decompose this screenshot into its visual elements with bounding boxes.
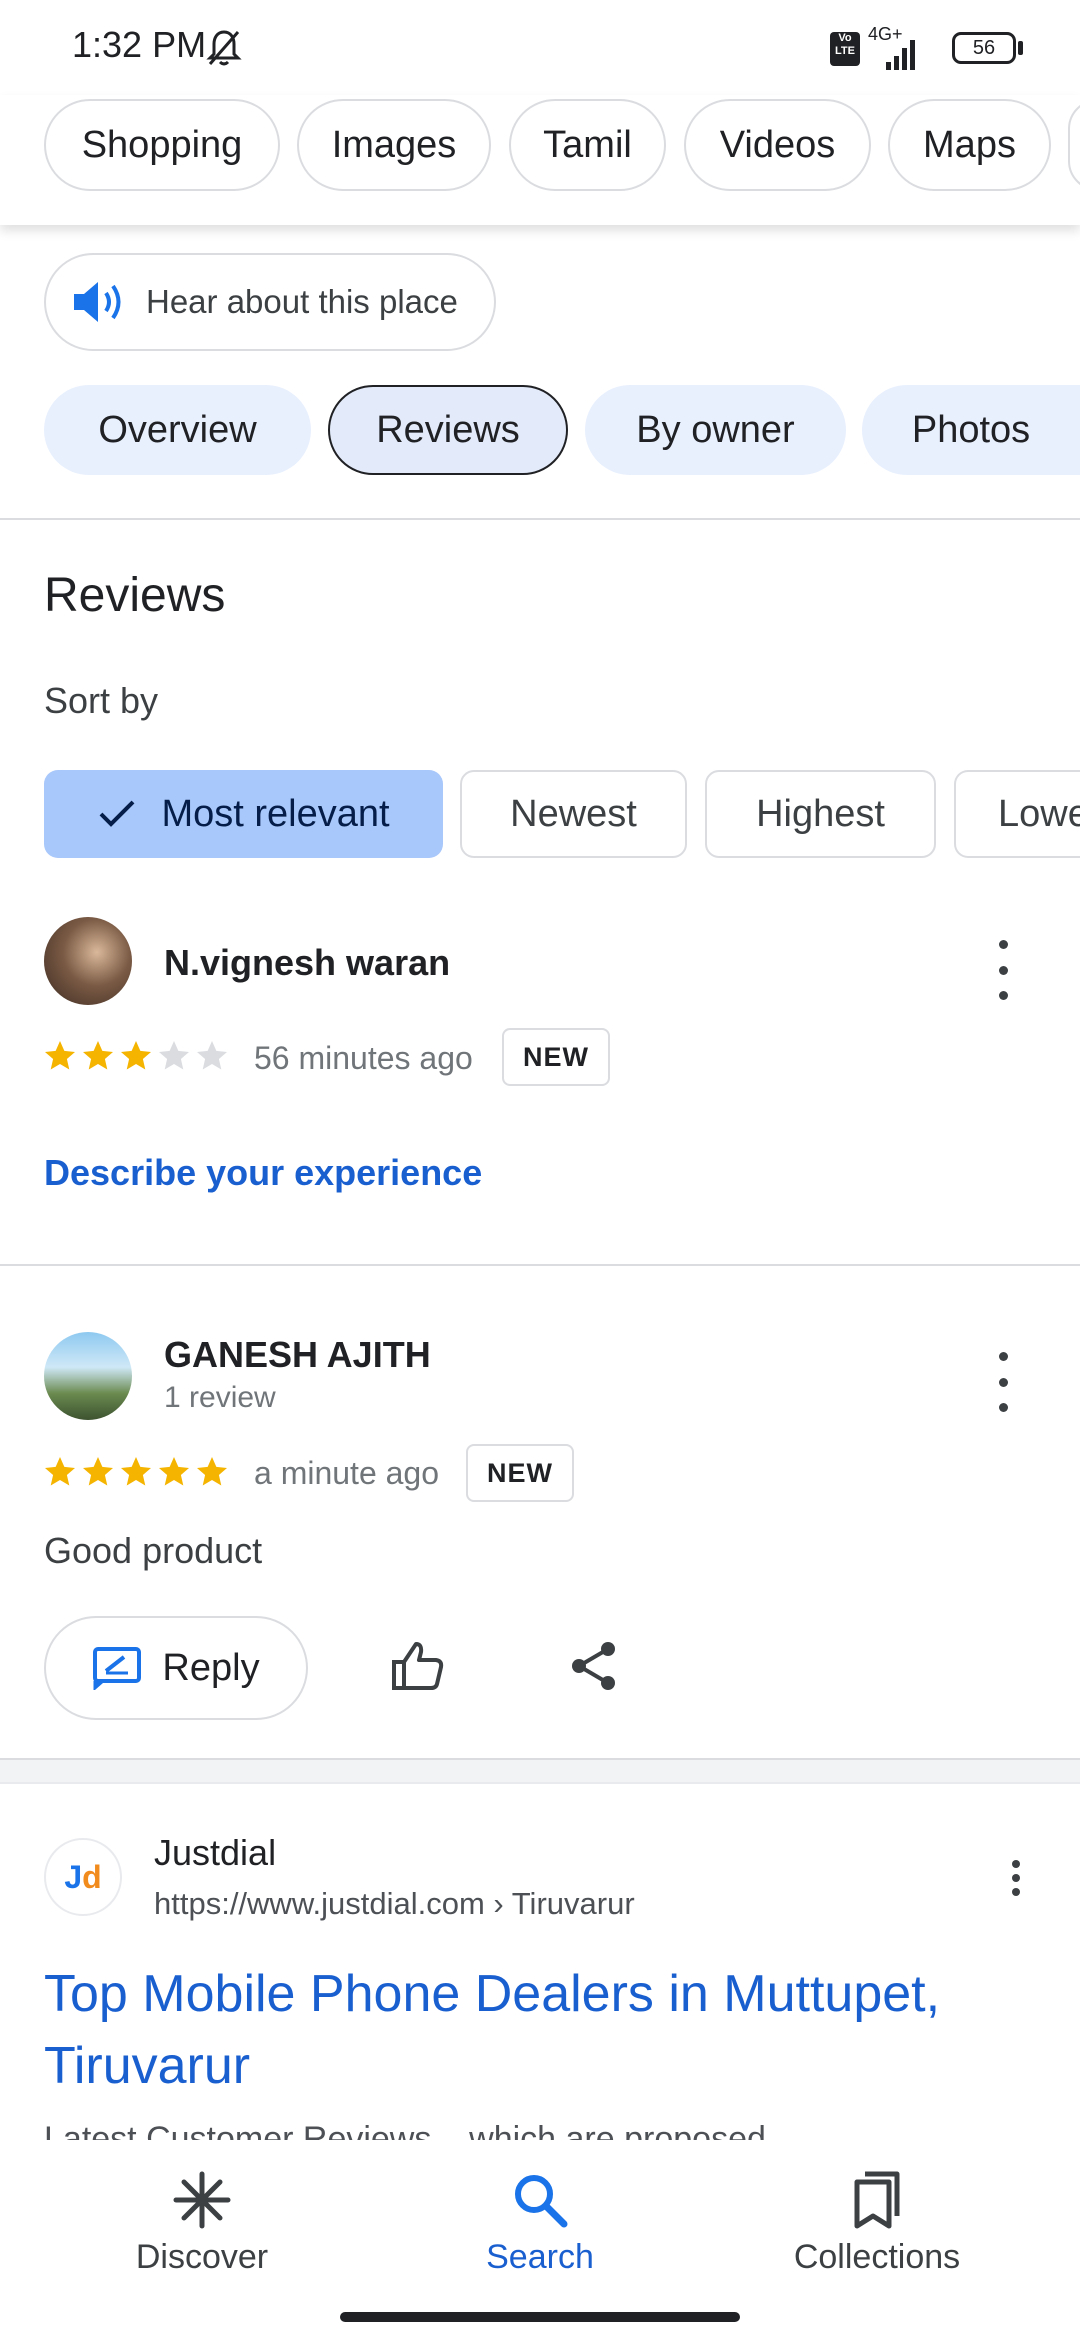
star-filled-icon [121, 1041, 151, 1070]
tab-by-owner[interactable]: By owner [585, 385, 846, 475]
asterisk-icon [173, 2171, 231, 2229]
result-title-link[interactable]: Top Mobile Phone Dealers in Muttupet, Ti… [44, 1958, 1044, 2102]
star-empty-icon [159, 1041, 189, 1070]
more-options-icon[interactable] [988, 940, 1018, 1000]
status-bar: 1:32 PM Vo LTE 4G+ 56 [0, 0, 1080, 95]
star-empty-icon [197, 1041, 227, 1070]
nav-collections[interactable]: Collections [747, 2170, 1007, 2277]
battery-tip [1018, 41, 1023, 55]
nav-search-label: Search [486, 2238, 594, 2276]
volte-icon: Vo LTE [830, 32, 860, 66]
battery-icon: 56 [952, 32, 1016, 64]
section-separator [0, 1758, 1080, 1784]
new-badge: NEW [466, 1444, 574, 1502]
reply-label: Reply [162, 1646, 260, 1689]
reviewer-name[interactable]: GANESH AJITH [164, 1334, 431, 1376]
reply-button[interactable]: Reply [44, 1616, 308, 1720]
chip-videos[interactable]: Videos [684, 99, 871, 191]
star-rating [42, 1454, 230, 1490]
result-more-icon[interactable] [1006, 1860, 1026, 1896]
hear-label: Hear about this place [146, 283, 458, 320]
star-filled-icon [197, 1457, 227, 1486]
hear-about-button[interactable]: Hear about this place [44, 253, 496, 351]
sort-most-relevant[interactable]: Most relevant [44, 770, 443, 858]
home-indicator[interactable] [340, 2312, 740, 2322]
speaker-icon [74, 282, 121, 322]
chip-images[interactable]: Images [297, 99, 491, 191]
share-icon[interactable] [568, 1640, 620, 1697]
tab-overview[interactable]: Overview [44, 385, 311, 475]
nav-discover[interactable]: Discover [72, 2170, 332, 2277]
nav-collections-label: Collections [793, 2238, 961, 2276]
star-filled-icon [45, 1457, 75, 1486]
new-badge: NEW [502, 1028, 610, 1086]
reply-icon [93, 1647, 142, 1690]
chip-maps[interactable]: Maps [888, 99, 1051, 191]
review-time: a minute ago [254, 1455, 440, 1491]
sort-highest[interactable]: Highest [705, 770, 936, 858]
review-text: Good product [44, 1530, 263, 1571]
avatar[interactable] [44, 1332, 132, 1420]
check-icon [100, 800, 135, 827]
signal-icon [886, 40, 915, 70]
star-filled-icon [159, 1457, 189, 1486]
star-rating [42, 1038, 230, 1074]
sort-by-label: Sort by [44, 680, 159, 721]
reviews-heading: Reviews [44, 569, 226, 622]
bell-muted-icon [206, 28, 242, 73]
tab-photos[interactable]: Photos [862, 385, 1080, 475]
chip-tamil[interactable]: Tamil [509, 99, 666, 191]
sort-newest[interactable]: Newest [460, 770, 687, 858]
result-site-name[interactable]: Justdial [154, 1832, 276, 1874]
reviewer-name[interactable]: N.vignesh waran [164, 942, 450, 984]
review-time: 56 minutes ago [254, 1040, 473, 1076]
star-filled-icon [45, 1041, 75, 1070]
star-filled-icon [121, 1457, 151, 1486]
result-url[interactable]: https://www.justdial.com › Tiruvarur [154, 1886, 635, 1922]
star-filled-icon [83, 1041, 113, 1070]
sort-lowest[interactable]: Lowe [954, 770, 1080, 858]
sort-most-relevant-label: Most relevant [161, 792, 390, 835]
search-filter-chips: Shopping Images Tamil Videos Maps [0, 95, 1080, 225]
star-filled-icon [83, 1457, 113, 1486]
divider [0, 518, 1080, 520]
status-time: 1:32 PM [72, 24, 207, 65]
thumbs-up-icon[interactable] [390, 1640, 446, 1697]
nav-discover-label: Discover [135, 2238, 269, 2276]
chip-overflow[interactable] [1068, 99, 1080, 191]
search-icon [515, 2175, 568, 2228]
tab-reviews[interactable]: Reviews [328, 385, 568, 475]
bottom-navigation: Discover Search Collections [0, 2140, 1080, 2340]
justdial-logo[interactable]: Jd [44, 1838, 122, 1916]
more-options-icon[interactable] [988, 1352, 1018, 1412]
reviewer-review-count: 1 review [164, 1381, 276, 1414]
divider [0, 1264, 1080, 1266]
battery-level: 56 [972, 36, 996, 59]
system-icons: Vo LTE 4G+ 56 [800, 24, 1080, 72]
avatar[interactable] [44, 917, 132, 1005]
nav-search[interactable]: Search [410, 2170, 670, 2277]
collections-icon [854, 2171, 900, 2229]
chip-shopping[interactable]: Shopping [44, 99, 280, 191]
describe-experience-link[interactable]: Describe your experience [44, 1152, 482, 1194]
